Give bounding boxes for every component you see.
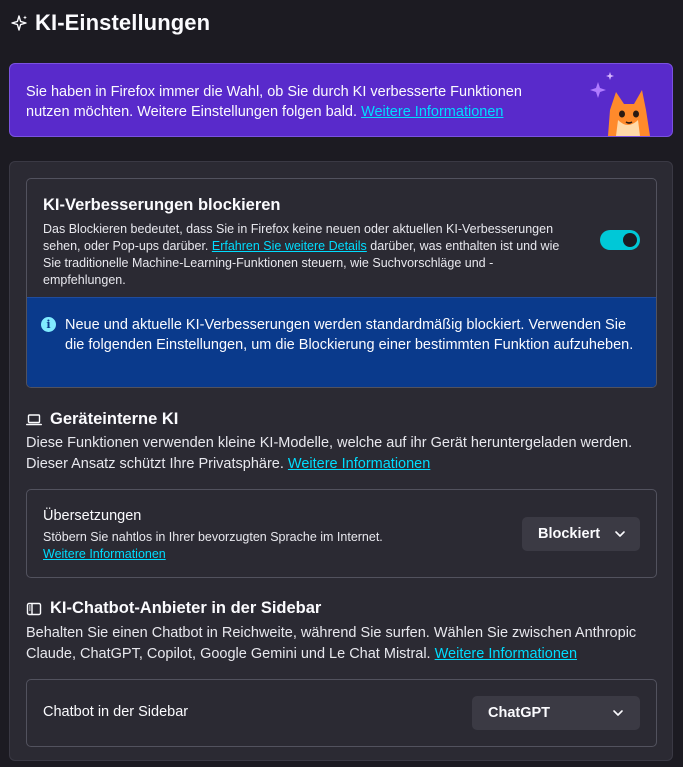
translations-select-value: Blockiert <box>538 526 601 542</box>
chatbot-description: Behalten Sie einen Chatbot in Reichweite… <box>26 623 656 665</box>
promo-learn-more-link[interactable]: Weitere Informationen <box>361 104 503 120</box>
ondevice-description: Diese Funktionen verwenden kleine KI-Mod… <box>26 433 656 475</box>
translations-row: Übersetzungen Stöbern Sie nahtlos in Ihr… <box>26 489 657 578</box>
settings-card: KI-Verbesserungen blockieren Das Blockie… <box>9 161 673 761</box>
fox-illustration <box>588 70 658 136</box>
translations-learn-more-link[interactable]: Weitere Informationen <box>43 547 166 561</box>
chatbot-select-value: ChatGPT <box>488 705 551 721</box>
sparkle-icon <box>10 14 28 32</box>
chatbot-select[interactable]: ChatGPT <box>472 696 640 730</box>
ondevice-title: Geräteinterne KI <box>50 410 179 428</box>
chatbot-section-title: KI-Chatbot-Anbieter in der Sidebar <box>26 599 321 618</box>
promo-text: Sie haben in Firefox immer die Wahl, ob … <box>26 82 566 122</box>
translations-description: Stöbern Sie nahtlos in Ihrer bevorzugten… <box>43 530 383 544</box>
chatbot-row: Chatbot in der Sidebar ChatGPT <box>26 679 657 747</box>
info-message: i Neue und aktuelle KI-Verbesserungen we… <box>27 297 656 387</box>
info-icon: i <box>41 317 56 332</box>
block-ai-header: KI-Verbesserungen blockieren Das Blockie… <box>27 179 656 297</box>
block-ai-title: KI-Verbesserungen blockieren <box>43 196 281 214</box>
promo-banner: Sie haben in Firefox immer die Wahl, ob … <box>9 63 673 137</box>
page-title: KI-Einstellungen <box>35 10 211 35</box>
translations-label: Übersetzungen <box>43 508 142 524</box>
block-ai-description: Das Blockieren bedeutet, dass Sie in Fir… <box>43 221 573 289</box>
chatbot-learn-more-link[interactable]: Weitere Informationen <box>435 646 577 662</box>
chatbot-title: KI-Chatbot-Anbieter in der Sidebar <box>50 599 322 617</box>
chevron-down-icon <box>612 707 624 719</box>
chatbot-row-label: Chatbot in der Sidebar <box>43 704 189 720</box>
block-ai-toggle[interactable] <box>600 230 640 250</box>
chevron-down-icon <box>614 528 626 540</box>
block-ai-card: KI-Verbesserungen blockieren Das Blockie… <box>26 178 657 388</box>
translations-select[interactable]: Blockiert <box>522 517 640 551</box>
laptop-icon <box>26 412 42 428</box>
sidebar-icon <box>26 601 42 617</box>
block-ai-details-link[interactable]: Erfahren Sie weitere Details <box>212 239 367 253</box>
page-header: KI-Einstellungen <box>10 10 210 36</box>
ondevice-learn-more-link[interactable]: Weitere Informationen <box>288 456 430 472</box>
info-text: Neue und aktuelle KI-Verbesserungen werd… <box>65 317 634 353</box>
toggle-knob <box>623 233 637 247</box>
ondevice-section-title: Geräteinterne KI <box>26 410 178 429</box>
translations-link-wrap: Weitere Informationen <box>43 546 166 563</box>
